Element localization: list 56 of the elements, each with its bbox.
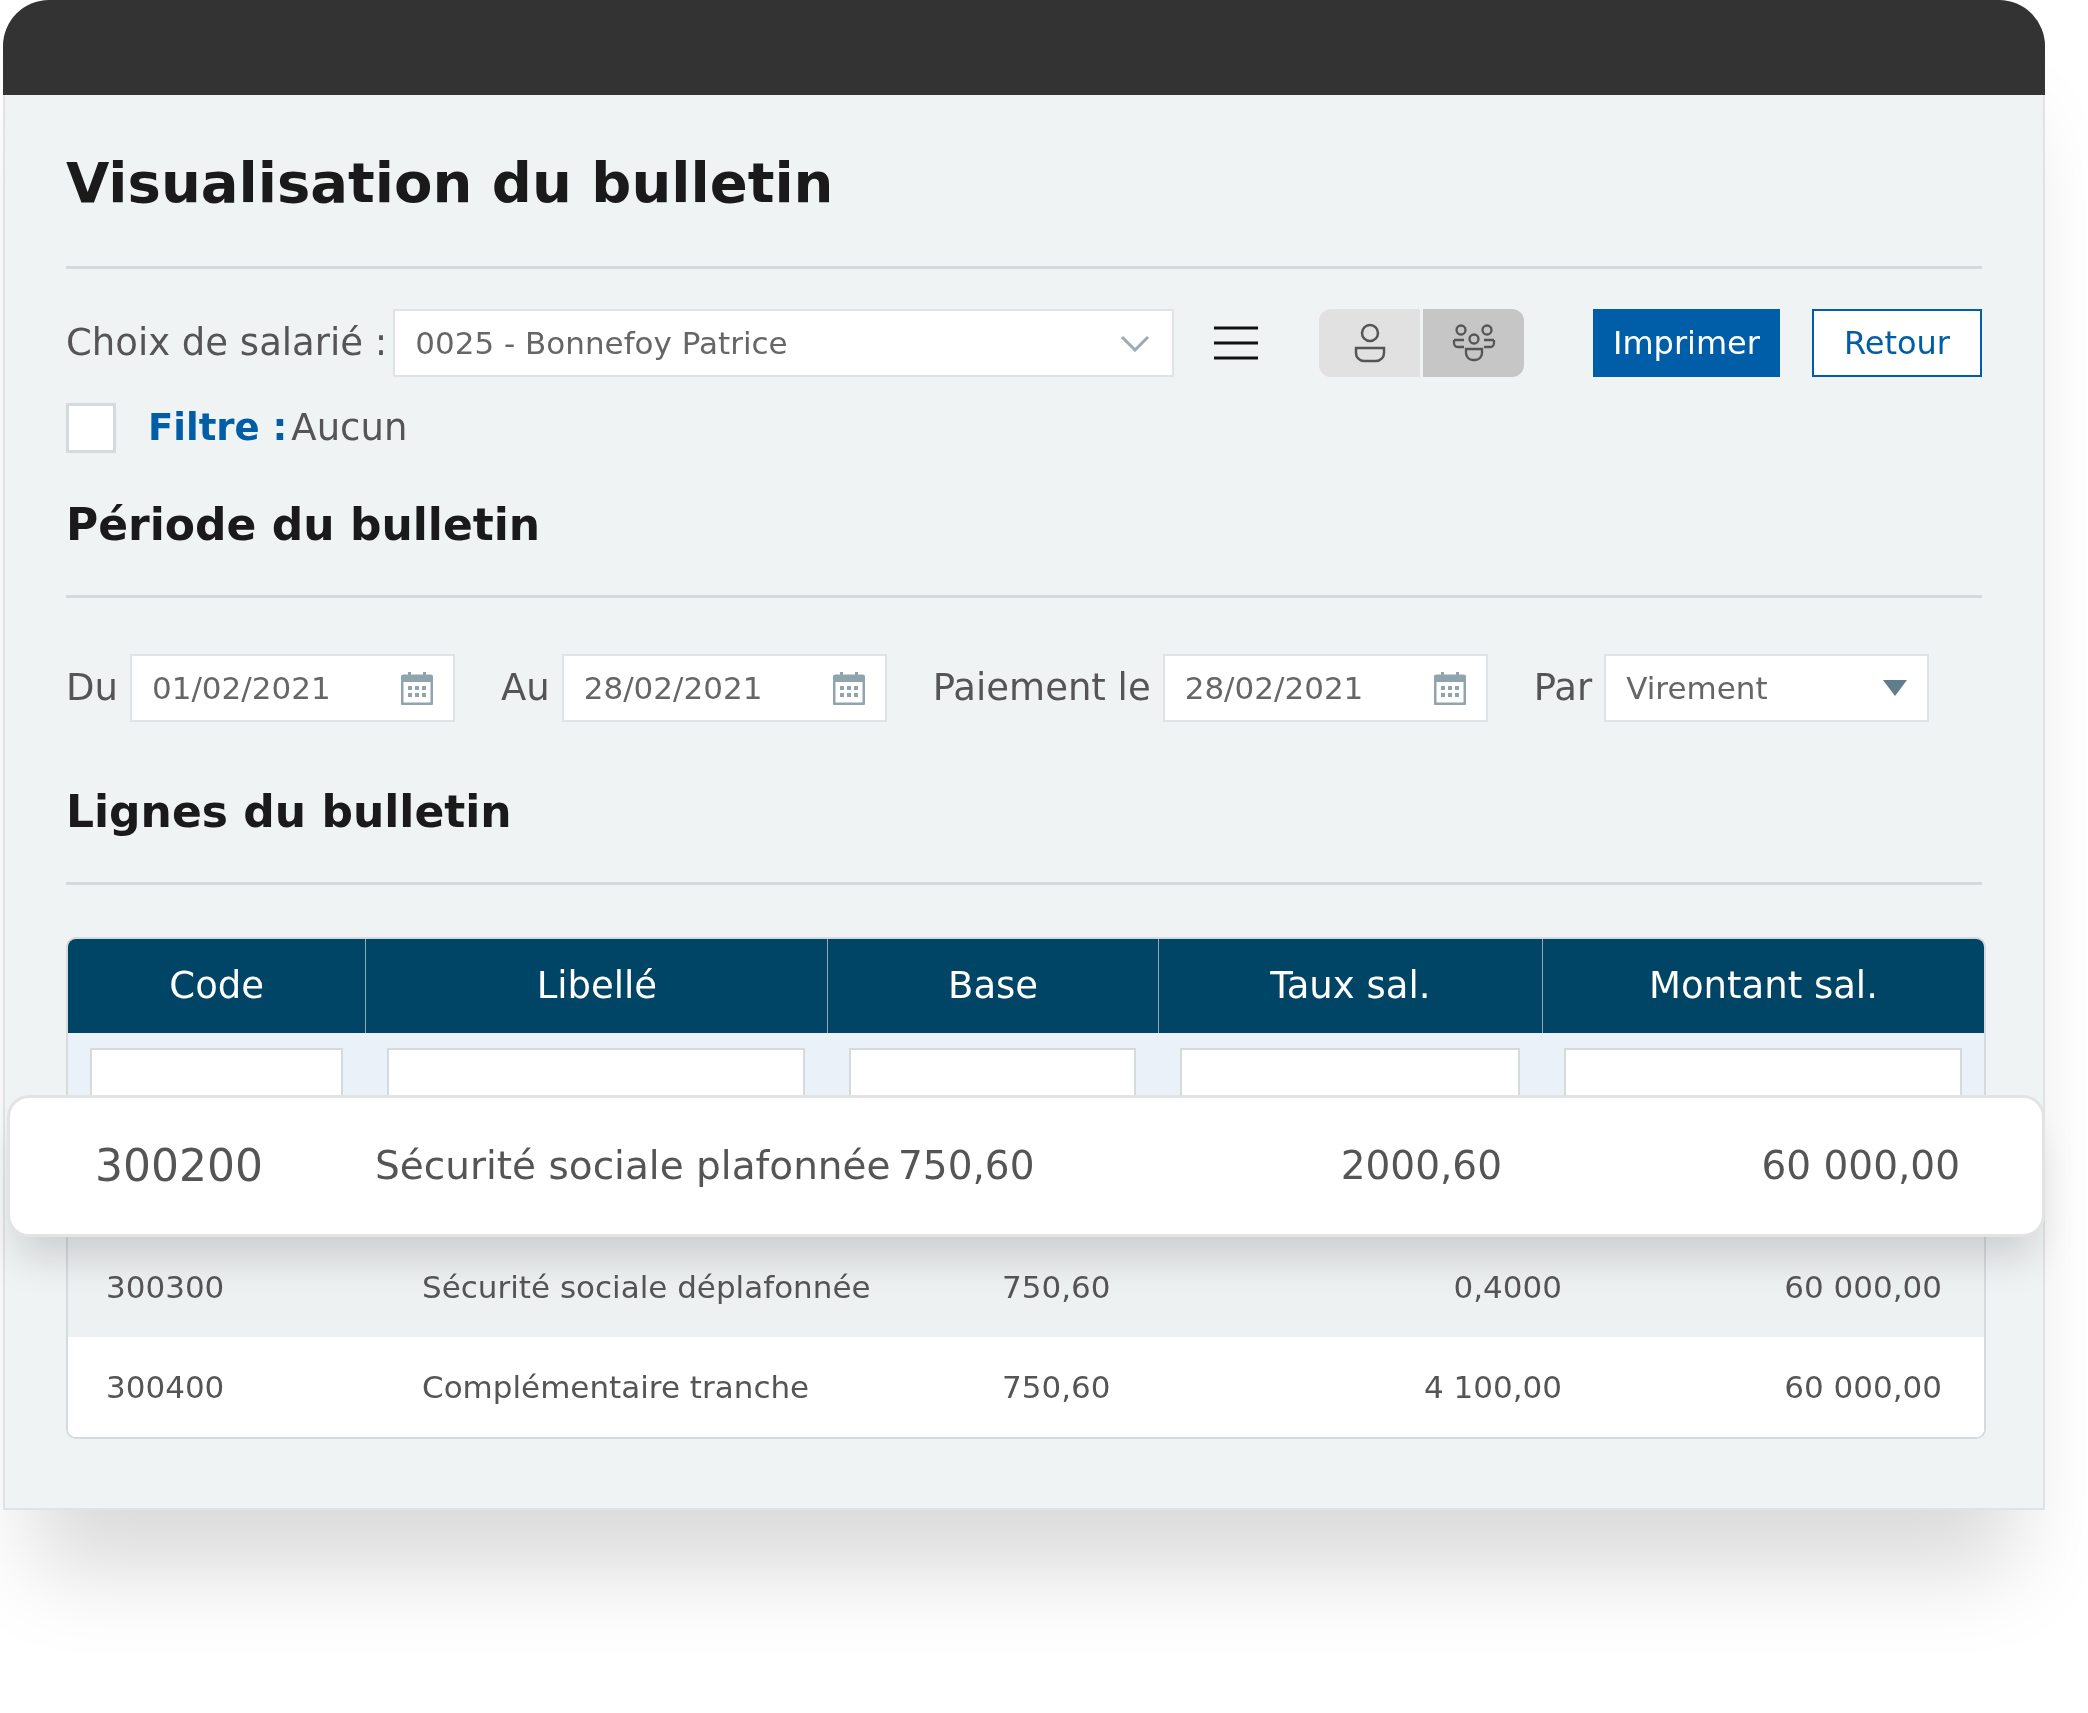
field-value: Virement (1626, 668, 1768, 708)
calendar-icon[interactable] (832, 671, 865, 705)
table-row[interactable]: 300300 Sécurité sociale déplafonnée 750,60 0,4000 60 000,00 (68, 1237, 1984, 1337)
filter-label: Filtre : (148, 405, 288, 452)
person-icon (1352, 323, 1387, 363)
table-cell-text: 750,60 (898, 1141, 1036, 1190)
field-label: Par (1533, 665, 1593, 712)
column-filter-input[interactable] (90, 1048, 344, 1095)
column-filter-input[interactable] (1179, 1048, 1520, 1095)
date-field[interactable]: 01/02/2021 (129, 654, 455, 722)
table-cell-text: 750,60 (1002, 1267, 1112, 1307)
calendar-icon[interactable] (400, 671, 433, 705)
group-icon (1451, 324, 1496, 362)
table-cell-text: 4 100,00 (1422, 1367, 1562, 1407)
table-cell-text: Sécurité sociale plafonnée (375, 1141, 892, 1190)
menu-icon[interactable] (1214, 326, 1259, 360)
field-value: 28/02/2021 (1184, 668, 1364, 708)
section-heading: Lignes du bulletin (66, 785, 513, 839)
filter-checkbox[interactable] (66, 403, 116, 453)
select-field[interactable]: Virement (1604, 654, 1930, 722)
table-cell-text: 750,60 (1002, 1367, 1112, 1407)
field-label: Choix de salarié : (66, 320, 388, 367)
field-label: Du (66, 665, 118, 712)
column-filter-input[interactable] (387, 1048, 806, 1095)
filter-value: Aucun (291, 405, 408, 452)
print-button[interactable]: Imprimer (1592, 309, 1780, 377)
employee-select[interactable]: 0025 - Bonnefoy Patrice (393, 309, 1175, 377)
table-cell-text: 2000,60 (1339, 1141, 1502, 1190)
table-cell-text: 60 000,00 (1783, 1267, 1942, 1307)
calendar-icon[interactable] (1433, 671, 1466, 705)
table-cell-text: Complémentaire tranche (422, 1367, 811, 1407)
date-field[interactable]: 28/02/2021 (561, 654, 887, 722)
field-value: 01/02/2021 (151, 668, 331, 708)
table-cell-text: 300300 (106, 1267, 226, 1307)
select-value: 0025 - Bonnefoy Patrice (415, 323, 788, 363)
table-cell-text: 60 000,00 (1760, 1141, 1960, 1190)
field-label: Au (500, 665, 550, 712)
chevron-down-icon (1120, 334, 1151, 352)
field-value: 28/02/2021 (583, 668, 763, 708)
table-cell-text: 0,4000 (1452, 1267, 1562, 1307)
section-heading: Période du bulletin (66, 498, 542, 552)
back-button[interactable]: Retour (1811, 309, 1982, 377)
table-cell-text: 300400 (106, 1367, 226, 1407)
date-field[interactable]: 28/02/2021 (1162, 654, 1488, 722)
page-title: Visualisation du bulletin (66, 149, 835, 217)
view-toggle-button[interactable] (1319, 309, 1421, 377)
field-label: Paiement le (932, 665, 1151, 712)
dropdown-triangle-icon (1883, 680, 1908, 696)
table-cell-text: Sécurité sociale déplafonnée (422, 1267, 872, 1307)
column-filter-input[interactable] (1563, 1048, 1962, 1095)
column-filter-input[interactable] (849, 1048, 1136, 1095)
table-cell-text: 300200 (95, 1139, 264, 1193)
view-toggle-button[interactable] (1423, 309, 1525, 377)
column-header: Code (168, 963, 266, 1010)
highlighted-row[interactable]: 300200 Sécurité sociale plafonnée 750,60 2000,60 60 000,00 (7, 1095, 2045, 1237)
table-cell-text: 60 000,00 (1783, 1367, 1942, 1407)
